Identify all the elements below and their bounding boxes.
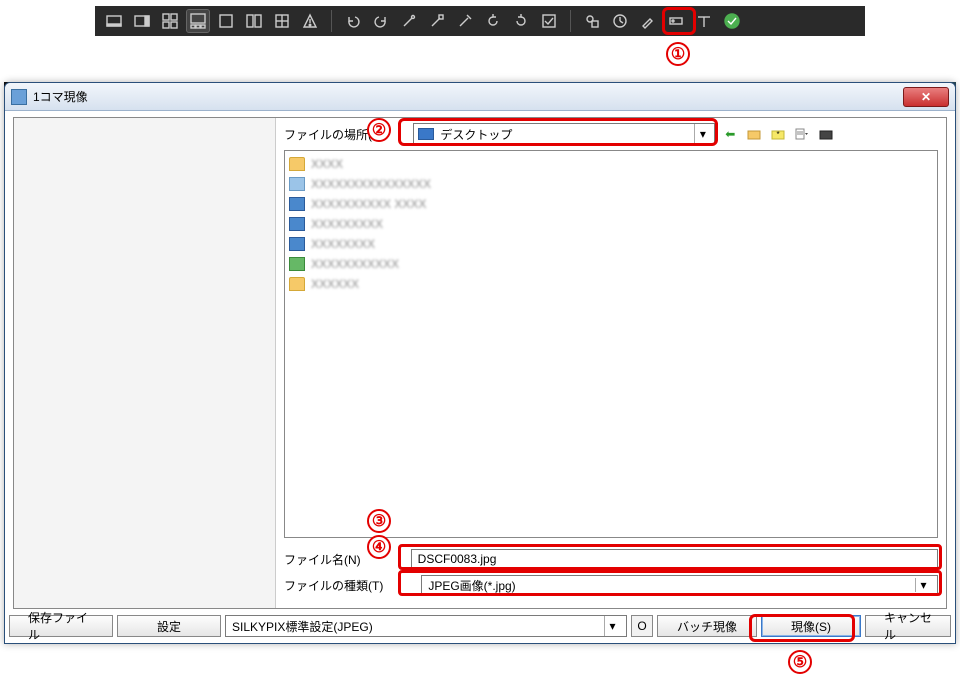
separator bbox=[331, 10, 332, 32]
svg-text:*: * bbox=[777, 130, 780, 139]
settings-button[interactable]: 設定 bbox=[117, 615, 221, 637]
file-icon bbox=[289, 197, 305, 211]
location-label: ファイルの場所(I) bbox=[284, 126, 379, 143]
grid-plus-button[interactable] bbox=[271, 10, 293, 32]
redo-button[interactable] bbox=[370, 10, 392, 32]
develop-gear-button[interactable] bbox=[581, 10, 603, 32]
dialog-body: ファイルの場所(I) デスクトップ ▾ ⬅ * XXXX XXXXXXXXXXX… bbox=[13, 117, 947, 609]
rect-1-button[interactable] bbox=[215, 10, 237, 32]
window-title: 1コマ現像 bbox=[33, 88, 88, 105]
brush-button[interactable] bbox=[637, 10, 659, 32]
separator bbox=[570, 10, 571, 32]
file-list[interactable]: XXXX XXXXXXXXXXXXXXX XXXXXXXXXX XXXX XXX… bbox=[284, 150, 938, 538]
folder-icon bbox=[289, 277, 305, 291]
file-icon bbox=[289, 217, 305, 231]
preset-value: SILKYPIX標準設定(JPEG) bbox=[232, 618, 373, 635]
clock-button[interactable] bbox=[609, 10, 631, 32]
list-item[interactable]: XXXXXXXXXXX bbox=[289, 255, 933, 273]
layout-b-button[interactable] bbox=[131, 10, 153, 32]
filetype-label: ファイルの種類(T) bbox=[284, 577, 383, 594]
undo-button[interactable] bbox=[342, 10, 364, 32]
rect-2-button[interactable] bbox=[243, 10, 265, 32]
folder-icon bbox=[289, 157, 305, 171]
wand-a-button[interactable] bbox=[398, 10, 420, 32]
close-button[interactable]: ✕ bbox=[903, 87, 949, 107]
highlight-2 bbox=[398, 118, 718, 146]
chevron-down-icon[interactable]: ▾ bbox=[604, 616, 620, 636]
wand-c-button[interactable] bbox=[454, 10, 476, 32]
grid-4-button[interactable] bbox=[159, 10, 181, 32]
wand-b-button[interactable] bbox=[426, 10, 448, 32]
rotate-r-button[interactable] bbox=[510, 10, 532, 32]
rotate-l-button[interactable] bbox=[482, 10, 504, 32]
save-file-button[interactable]: 保存ファイル bbox=[9, 615, 113, 637]
cancel-button[interactable]: キャンセル bbox=[865, 615, 951, 637]
batch-develop-button[interactable]: バッチ現像 bbox=[657, 615, 757, 637]
highlight-4 bbox=[398, 570, 942, 596]
callout-4: ④ bbox=[367, 535, 391, 559]
ok-green-button[interactable] bbox=[721, 10, 743, 32]
titlebar: 1コマ現像 ✕ bbox=[5, 83, 955, 111]
up-folder-icon[interactable] bbox=[745, 125, 763, 143]
highlight-3 bbox=[398, 544, 942, 570]
list-item[interactable]: XXXXXXXXXXXXXXX bbox=[289, 175, 933, 193]
toolbar bbox=[95, 6, 865, 36]
options-button[interactable]: O bbox=[631, 615, 653, 637]
window-icon bbox=[11, 89, 27, 105]
list-item[interactable]: XXXXXXXXXX XXXX bbox=[289, 195, 933, 213]
file-icon bbox=[289, 177, 305, 191]
highlight-1 bbox=[662, 7, 696, 35]
view-menu-icon[interactable] bbox=[793, 125, 811, 143]
tee-button[interactable] bbox=[693, 10, 715, 32]
left-pane bbox=[14, 118, 276, 608]
folder-icon[interactable] bbox=[817, 125, 835, 143]
filename-label: ファイル名(N) bbox=[284, 551, 361, 568]
list-item[interactable]: XXXX bbox=[289, 155, 933, 173]
check-button[interactable] bbox=[538, 10, 560, 32]
develop-dialog: 1コマ現像 ✕ ファイルの場所(I) デスクトップ ▾ ⬅ * XXXX XXX… bbox=[4, 82, 956, 644]
warning-button[interactable] bbox=[299, 10, 321, 32]
new-folder-icon[interactable]: * bbox=[769, 125, 787, 143]
list-item[interactable]: XXXXXX bbox=[289, 275, 933, 293]
grid-active-button[interactable] bbox=[187, 10, 209, 32]
back-arrow-icon[interactable]: ⬅ bbox=[721, 125, 739, 143]
file-icon bbox=[289, 237, 305, 251]
list-item[interactable]: XXXXXXXX bbox=[289, 235, 933, 253]
callout-2: ② bbox=[367, 118, 391, 142]
preset-select[interactable]: SILKYPIX標準設定(JPEG) ▾ bbox=[225, 615, 627, 637]
layout-a-button[interactable] bbox=[103, 10, 125, 32]
list-item[interactable]: XXXXXXXXX bbox=[289, 215, 933, 233]
callout-5: ⑤ bbox=[788, 650, 812, 674]
file-icon bbox=[289, 257, 305, 271]
callout-3: ③ bbox=[367, 509, 391, 533]
callout-1: ① bbox=[666, 42, 690, 66]
highlight-5 bbox=[749, 614, 855, 642]
